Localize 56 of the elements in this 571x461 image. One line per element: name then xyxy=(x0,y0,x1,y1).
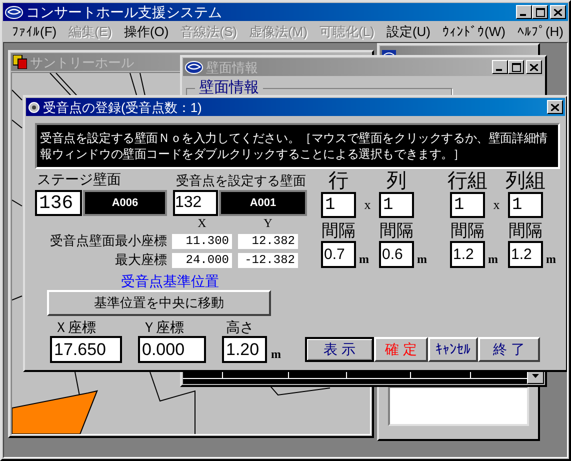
field-label: 最大座標 xyxy=(114,251,167,270)
field-label: 高さ xyxy=(225,319,255,336)
dialog-button[interactable]: 終 了 xyxy=(478,337,540,362)
input-field[interactable]: 17.650 xyxy=(50,336,122,363)
input-field[interactable]: 132 xyxy=(173,190,218,216)
center-button[interactable]: 基準位置を中央に移動 xyxy=(47,290,271,316)
input-field[interactable]: 0.000 xyxy=(138,336,206,363)
input-field[interactable]: 1.20 xyxy=(222,336,267,363)
section-heading: 受音点基準位置 xyxy=(121,273,219,289)
unit-label: m xyxy=(488,251,498,268)
field-label: 行 xyxy=(328,170,348,192)
coordinate-value: 24.000 xyxy=(172,252,232,268)
input-field[interactable]: 1 xyxy=(508,192,543,218)
coordinate-value: -12.382 xyxy=(238,252,298,268)
field-label: 間隔 xyxy=(450,221,484,241)
field-label: 行組 xyxy=(448,170,488,192)
menu-item[interactable]: ﾍﾙﾌﾟ(H) xyxy=(511,22,570,42)
window-title: 受音点の登録(受音点数：1) xyxy=(43,100,202,114)
coordinate-value: 11.300 xyxy=(172,234,232,248)
field-label: Ｘ座標 xyxy=(53,319,97,336)
times-sign: x xyxy=(364,196,371,214)
unit-label: m xyxy=(271,346,281,363)
input-field[interactable]: 1.2 xyxy=(508,241,543,268)
field-label: ステージ壁面 xyxy=(36,170,122,189)
input-field[interactable]: 136 xyxy=(35,190,82,216)
menu-item[interactable]: ﾌｧｲﾙ(F) xyxy=(6,22,63,42)
unit-label: m xyxy=(359,251,369,268)
menu-item[interactable]: ｳｨﾝﾄﾞｳ(W) xyxy=(436,22,512,42)
instruction-message: 受音点を設定する壁面Ｎｏを入力してください。［マウスで壁面をクリックするか、壁面詳細情報ウィンドウの壁面コードをダブルクリックすることによる選択もできます。］ xyxy=(35,123,560,169)
wall-code-label: A001 xyxy=(219,190,307,216)
menu-item[interactable]: 設定(U) xyxy=(380,22,437,42)
dialog-button[interactable]: ｷｬﾝｾﾙ xyxy=(428,337,478,362)
input-field[interactable]: 1 xyxy=(379,192,414,218)
column-header: X xyxy=(196,215,208,232)
field-label: 間隔 xyxy=(322,221,356,241)
input-field[interactable]: 1 xyxy=(450,192,485,218)
field-label: 間隔 xyxy=(380,221,414,241)
menu-item[interactable]: 操作(O) xyxy=(118,22,175,42)
input-field[interactable]: 0.7 xyxy=(321,241,356,268)
window-title: コンサートホール支援システム xyxy=(26,5,222,19)
input-field[interactable]: 0.6 xyxy=(379,241,414,268)
times-sign: x xyxy=(493,196,500,214)
wall-code-label: A006 xyxy=(83,190,167,216)
field-label: 列 xyxy=(386,170,406,192)
field-label: 受音点を設定する壁面 xyxy=(175,172,306,190)
unit-label: m xyxy=(546,251,556,268)
field-label: 間隔 xyxy=(508,221,542,241)
input-field[interactable]: 1.2 xyxy=(450,241,485,268)
field-label: 列組 xyxy=(506,170,546,192)
coordinate-value: 12.382 xyxy=(238,234,298,248)
field-label: 受音点壁面最小座標 xyxy=(49,232,167,250)
field-label: Ｙ座標 xyxy=(141,319,185,336)
column-header: Y xyxy=(262,215,274,232)
unit-label: m xyxy=(417,251,427,268)
dialog-button[interactable]: 表 示 xyxy=(305,337,374,362)
input-field[interactable]: 1 xyxy=(321,192,356,218)
